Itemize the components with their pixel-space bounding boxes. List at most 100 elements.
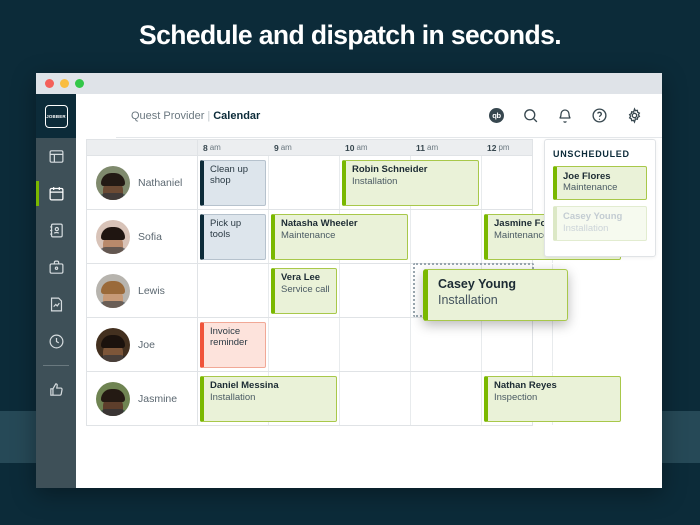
time-hour: 10 (345, 142, 355, 153)
sidebar-item-reports[interactable] (36, 286, 76, 323)
technician-cell[interactable]: Joe (87, 318, 198, 371)
time-cell[interactable] (340, 372, 411, 425)
time-cell[interactable] (198, 264, 269, 317)
window-maximize-button[interactable] (75, 79, 84, 88)
avatar (96, 165, 130, 200)
row-lanes: Pick up tools Natasha Wheeler Maintenance J… (198, 210, 621, 263)
app-logo[interactable]: JOBBER (36, 94, 76, 138)
jobber-logo-mark: JOBBER (44, 104, 68, 128)
report-icon (48, 296, 65, 313)
event-title: Clean up shop (210, 164, 249, 186)
dragging-card-title: Casey Young (438, 277, 517, 291)
calendar-wrapper: 8 am 9 am 10 am 11 am 12 pm Nathaniel Clean up… (86, 139, 662, 488)
unscheduled-card[interactable]: Joe Flores Maintenance (553, 166, 647, 201)
notifications-icon[interactable] (557, 108, 573, 124)
technician-cell[interactable]: Lewis (87, 264, 198, 317)
unscheduled-card-title: Joe Flores (563, 171, 611, 182)
time-cell[interactable] (269, 156, 340, 209)
schedule-row: Jasmine Daniel Messina Installation Nathan … (87, 371, 621, 425)
time-cell[interactable] (411, 210, 482, 263)
current-section: Calendar (213, 109, 261, 122)
sidebar-divider (43, 365, 69, 366)
time-cell[interactable] (269, 318, 340, 371)
schedule-row: Sofia Pick up tools Natasha Wheeler Mainten… (87, 209, 621, 263)
browser-window: JOBBER Quest Provider | Calendar qb 8 am… (36, 73, 662, 488)
event-card[interactable]: Vera Lee Service call (271, 268, 337, 314)
technician-name: Jasmine (138, 392, 178, 405)
event-title: Vera Lee (281, 272, 321, 283)
technician-name: Joe (138, 338, 155, 351)
clock-icon (48, 333, 65, 350)
time-slot-11am: 11 am (411, 140, 482, 155)
unscheduled-card[interactable]: Casey Young Installation (553, 206, 647, 241)
technician-cell[interactable]: Sofia (87, 210, 198, 263)
event-card[interactable]: Pick up tools (200, 214, 266, 260)
time-hour: 11 (416, 142, 425, 153)
dragging-card-subtitle: Installation (438, 293, 498, 307)
time-hour: 12 (487, 142, 497, 153)
help-icon[interactable] (591, 107, 608, 124)
window-minimize-button[interactable] (60, 79, 69, 88)
search-icon[interactable] (522, 107, 539, 124)
quickbooks-icon[interactable]: qb (489, 108, 504, 123)
time-meridiem: am (209, 143, 221, 152)
sidebar-item-schedule[interactable] (36, 175, 76, 212)
row-lanes: Invoice reminder (198, 318, 553, 371)
time-cell[interactable] (411, 318, 482, 371)
window-body: JOBBER Quest Provider | Calendar qb 8 am… (36, 94, 662, 488)
event-card[interactable]: Natasha Wheeler Maintenance (271, 214, 408, 260)
window-close-button[interactable] (45, 79, 54, 88)
sidebar: JOBBER (36, 94, 76, 488)
technician-cell[interactable]: Nathaniel (87, 156, 198, 209)
avatar (96, 327, 130, 362)
avatar (96, 219, 130, 254)
settings-icon[interactable] (626, 107, 643, 124)
event-title: Robin Schneider (352, 164, 428, 175)
event-card[interactable]: Clean up shop (200, 160, 266, 206)
row-lanes: Daniel Messina Installation Nathan Reyes In… (198, 372, 621, 425)
time-cell[interactable] (482, 318, 553, 371)
event-card[interactable]: Daniel Messina Installation (200, 376, 337, 422)
time-meridiem: pm (498, 143, 510, 152)
top-navigation-bar: Quest Provider | Calendar qb (116, 94, 662, 138)
avatar (96, 381, 130, 416)
sidebar-item-timesheets[interactable] (36, 323, 76, 360)
unscheduled-card-subtitle: Maintenance (563, 182, 618, 194)
event-subtitle: Installation (352, 175, 398, 187)
breadcrumb: Quest Provider | Calendar (116, 110, 260, 122)
sidebar-item-home[interactable] (36, 138, 76, 175)
event-title: Pick up tools (210, 218, 242, 240)
unscheduled-card-subtitle: Installation (563, 222, 609, 234)
unscheduled-card-list: Joe Flores Maintenance Casey Young Installa… (553, 166, 647, 241)
event-card[interactable]: Invoice reminder (200, 322, 266, 368)
window-titlebar (36, 73, 662, 94)
page-headline: Schedule and dispatch in seconds. (139, 20, 562, 50)
dashboard-icon (48, 148, 65, 165)
calendar-main: Quest Provider | Calendar qb 8 am 9 am 1… (76, 94, 662, 488)
unscheduled-panel: UNSCHEDULED Joe Flores Maintenance Casey Y… (544, 139, 656, 257)
sidebar-item-clients[interactable] (36, 212, 76, 249)
dragging-event-card[interactable]: Casey Young Installation (423, 269, 568, 321)
event-subtitle: Maintenance (281, 229, 336, 241)
time-cell[interactable] (340, 318, 411, 371)
sidebar-item-feedback[interactable] (36, 371, 76, 408)
event-card[interactable]: Robin Schneider Installation (342, 160, 479, 206)
calendar-icon (48, 185, 65, 202)
schedule-row: Nathaniel Clean up shop Robin Schneider Ins… (87, 155, 553, 209)
thumbs-up-icon (48, 381, 65, 398)
time-meridiem: am (356, 143, 368, 152)
event-subtitle: Service call (281, 283, 330, 295)
time-hour: 9 (274, 142, 279, 153)
technician-cell[interactable]: Jasmine (87, 372, 198, 425)
time-cell[interactable] (482, 156, 553, 209)
technician-name: Lewis (138, 284, 165, 297)
technician-name: Sofia (138, 230, 162, 243)
time-cell[interactable] (411, 372, 482, 425)
event-card[interactable]: Nathan Reyes Inspection (484, 376, 621, 422)
time-hour: 8 (203, 142, 208, 153)
sidebar-item-jobs[interactable] (36, 249, 76, 286)
time-cell[interactable] (340, 264, 411, 317)
time-slot-10am: 10 am (340, 140, 411, 155)
top-icon-group: qb (489, 107, 662, 124)
time-header-spacer (87, 140, 198, 155)
